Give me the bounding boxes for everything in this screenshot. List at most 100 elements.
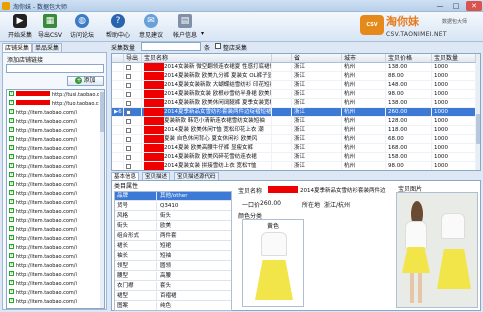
shop-list-item[interactable]: ✓ http://item.taobao.com/i [7, 244, 99, 253]
shop-checkbox[interactable]: ✓ [9, 280, 14, 285]
column-header-city[interactable]: 城市 [342, 54, 386, 63]
shop-checkbox[interactable]: ✓ [9, 181, 14, 186]
shop-checkbox[interactable]: ✓ [9, 217, 14, 222]
export-checkbox[interactable] [126, 164, 131, 169]
attribute-row[interactable]: 领型 圆领 [115, 262, 231, 271]
shop-list-item[interactable]: ✓ http://item.taobao.com/i [7, 262, 99, 271]
shop-checkbox[interactable]: ✓ [9, 154, 14, 159]
table-row[interactable]: 2014夏装新款 欧美休闲阔腿裤 夏季女装宽松 浙江 杭州 138.00 1000 [112, 99, 476, 108]
shop-checkbox[interactable]: ✓ [9, 262, 14, 267]
export-cell[interactable] [124, 99, 142, 108]
attribute-row[interactable]: 袖长 短袖 [115, 252, 231, 261]
shop-list-item[interactable]: ✓ http://item.taobao.com/i [7, 127, 99, 136]
column-header-export[interactable]: 导出 [124, 54, 142, 63]
shop-list-item[interactable]: ✓ http://tuo.taobao.com/ [7, 100, 99, 109]
table-row[interactable]: 2014夏装 欧美高腰牛仔裤 显瘦女裤 浙江 杭州 168.00 1000 [112, 144, 476, 153]
shop-checkbox[interactable]: ✓ [9, 226, 14, 231]
shop-list-item[interactable]: ✓ http://item.taobao.com/i [7, 208, 99, 217]
shop-list-item[interactable]: ✓ http://item.taobao.com/i [7, 235, 99, 244]
tab-item-description[interactable]: 宝贝描述 [142, 172, 171, 180]
column-header-price[interactable]: 宝贝价格 [386, 54, 432, 63]
collect-quantity-input[interactable] [141, 42, 201, 51]
export-checkbox[interactable] [126, 137, 131, 142]
shop-checkbox[interactable]: ✓ [9, 190, 14, 195]
shop-list-item[interactable]: ✓ http://item.taobao.com/i [7, 271, 99, 280]
table-scrollbar[interactable] [476, 54, 480, 170]
export-cell[interactable] [124, 108, 142, 117]
tab-basic-info[interactable]: 基本信息 [111, 172, 140, 180]
export-checkbox[interactable] [126, 65, 131, 70]
table-row[interactable]: 夏装新款 韩范小清新连衣裙雪纺女装短袖 浙江 杭州 128.00 1000 [112, 117, 476, 126]
shop-list-item[interactable]: ✓ http://item.taobao.com/i [7, 154, 99, 163]
export-checkbox[interactable] [126, 155, 131, 160]
shop-checkbox[interactable]: ✓ [9, 118, 14, 123]
shop-checkbox[interactable]: ✓ [9, 100, 14, 105]
minimize-button[interactable]: — [433, 1, 447, 11]
shop-checkbox[interactable]: ✓ [9, 136, 14, 141]
column-header-province[interactable]: 省 [292, 54, 342, 63]
shop-list-item[interactable]: ✓ http://item.taobao.com/i [7, 145, 99, 154]
shop-list-item[interactable]: ✓ http://item.taobao.com/i [7, 163, 99, 172]
tab-shop-collect[interactable]: 店铺采集 [2, 43, 33, 52]
attribute-row[interactable]: 组合形式 两件套 [115, 232, 231, 241]
shop-list-item[interactable]: ✓ http://item.taobao.com/i [7, 217, 99, 226]
export-cell[interactable] [124, 135, 142, 144]
attribute-row[interactable]: 风格 街头 [115, 212, 231, 221]
export-cell[interactable] [124, 162, 142, 170]
shop-url-input[interactable] [6, 64, 104, 73]
export-checkbox[interactable] [126, 92, 131, 97]
export-checkbox[interactable] [126, 119, 131, 124]
shop-list-item[interactable]: ✓ http://item.taobao.com/i [7, 298, 99, 307]
shop-checkbox[interactable]: ✓ [9, 199, 14, 204]
table-row[interactable]: 2014夏装新款 欧美风碎花雪纺连衣裙 浙江 杭州 158.00 1000 [112, 153, 476, 162]
shop-checkbox[interactable]: ✓ [9, 172, 14, 177]
table-row[interactable]: 2014女装新 微空翻领连衣裙夏 性感打底裙修身 浙江 杭州 138.00 1000 [112, 63, 476, 72]
table-row[interactable]: 2014夏装新款女装 欧根纱雪纺半身裙 欧美风 浙江 杭州 98.00 1000 [112, 90, 476, 99]
add-shop-button[interactable]: + 添加 [67, 76, 104, 86]
attribute-row[interactable]: 裙型 百褶裙 [115, 292, 231, 301]
column-header-name[interactable]: 宝贝名称 [142, 54, 272, 63]
export-cell[interactable] [124, 126, 142, 135]
shop-list-item[interactable]: ✓ http://item.taobao.com/i [7, 190, 99, 199]
export-cell[interactable] [124, 81, 142, 90]
shop-checkbox[interactable]: ✓ [9, 298, 14, 303]
item-picture[interactable] [396, 192, 478, 308]
shop-checkbox[interactable]: ✓ [9, 253, 14, 258]
close-button[interactable]: ✕ [466, 1, 482, 11]
shop-list-item[interactable]: ✓ http://item.taobao.com/i [7, 226, 99, 235]
table-row[interactable]: 2014夏装新款 欧美九分裤 夏装女 OL裤子显瘦 浙江 杭州 88.00 1000 [112, 72, 476, 81]
color-swatch[interactable]: 黄色 [242, 219, 304, 307]
shop-checkbox[interactable]: ✓ [9, 208, 14, 213]
export-cell[interactable] [124, 153, 142, 162]
table-scroll-thumb[interactable] [476, 114, 480, 144]
export-checkbox[interactable] [126, 101, 131, 106]
shop-list-scroll-thumb[interactable] [100, 92, 104, 132]
export-cell[interactable] [124, 72, 142, 81]
shop-list-item[interactable]: ✓ http://item.taobao.com/i [7, 109, 99, 118]
attribute-row[interactable]: 街头 欧美 [115, 222, 231, 231]
export-checkbox[interactable] [126, 128, 131, 133]
export-checkbox[interactable] [126, 110, 131, 115]
shop-list-item[interactable]: ✓ http://tusi.taobao.com/ [7, 91, 99, 100]
shop-list-item[interactable]: ✓ http://item.taobao.com/i [7, 253, 99, 262]
table-row[interactable]: 2014夏装 欧美休闲T恤 宽松印花上衣 潮 浙江 杭州 118.00 1000 [112, 126, 476, 135]
attribute-row[interactable]: 裙长 短裙 [115, 242, 231, 251]
shop-list-item[interactable]: ✓ http://item.taobao.com/i [7, 289, 99, 298]
shop-list-item[interactable]: ✓ http://item.taobao.com/i [7, 181, 99, 190]
shop-list-scrollbar[interactable] [100, 90, 104, 308]
export-cell[interactable] [124, 90, 142, 99]
table-row[interactable]: ▶6 2014夏季新品女雪纺衫套装两件边绽褶短裙 浙江 杭州 260.00 1000 [112, 108, 476, 117]
account-dropdown-icon[interactable]: ▾ [201, 30, 204, 37]
shop-checkbox[interactable]: ✓ [9, 145, 14, 150]
shop-checkbox[interactable]: ✓ [9, 127, 14, 132]
visit-forum-button[interactable]: ◍ 访问论坛 [62, 14, 102, 41]
column-header-quantity[interactable]: 宝贝数量 [432, 54, 476, 63]
attribute-row[interactable]: 腰型 高腰 [115, 272, 231, 281]
tab-description-source[interactable]: 宝贝描述源代码 [174, 172, 219, 180]
attribute-row[interactable]: 图案 纯色 [115, 302, 231, 310]
shop-list-item[interactable]: ✓ http://item.taobao.com/i [7, 280, 99, 289]
whole-shop-checkbox[interactable] [215, 43, 221, 49]
table-row[interactable]: 夏装 自色休闲背心 夏女休闲衫 欧美风 浙江 杭州 68.00 1000 [112, 135, 476, 144]
shop-checkbox[interactable]: ✓ [9, 244, 14, 249]
shop-checkbox[interactable]: ✓ [9, 163, 14, 168]
